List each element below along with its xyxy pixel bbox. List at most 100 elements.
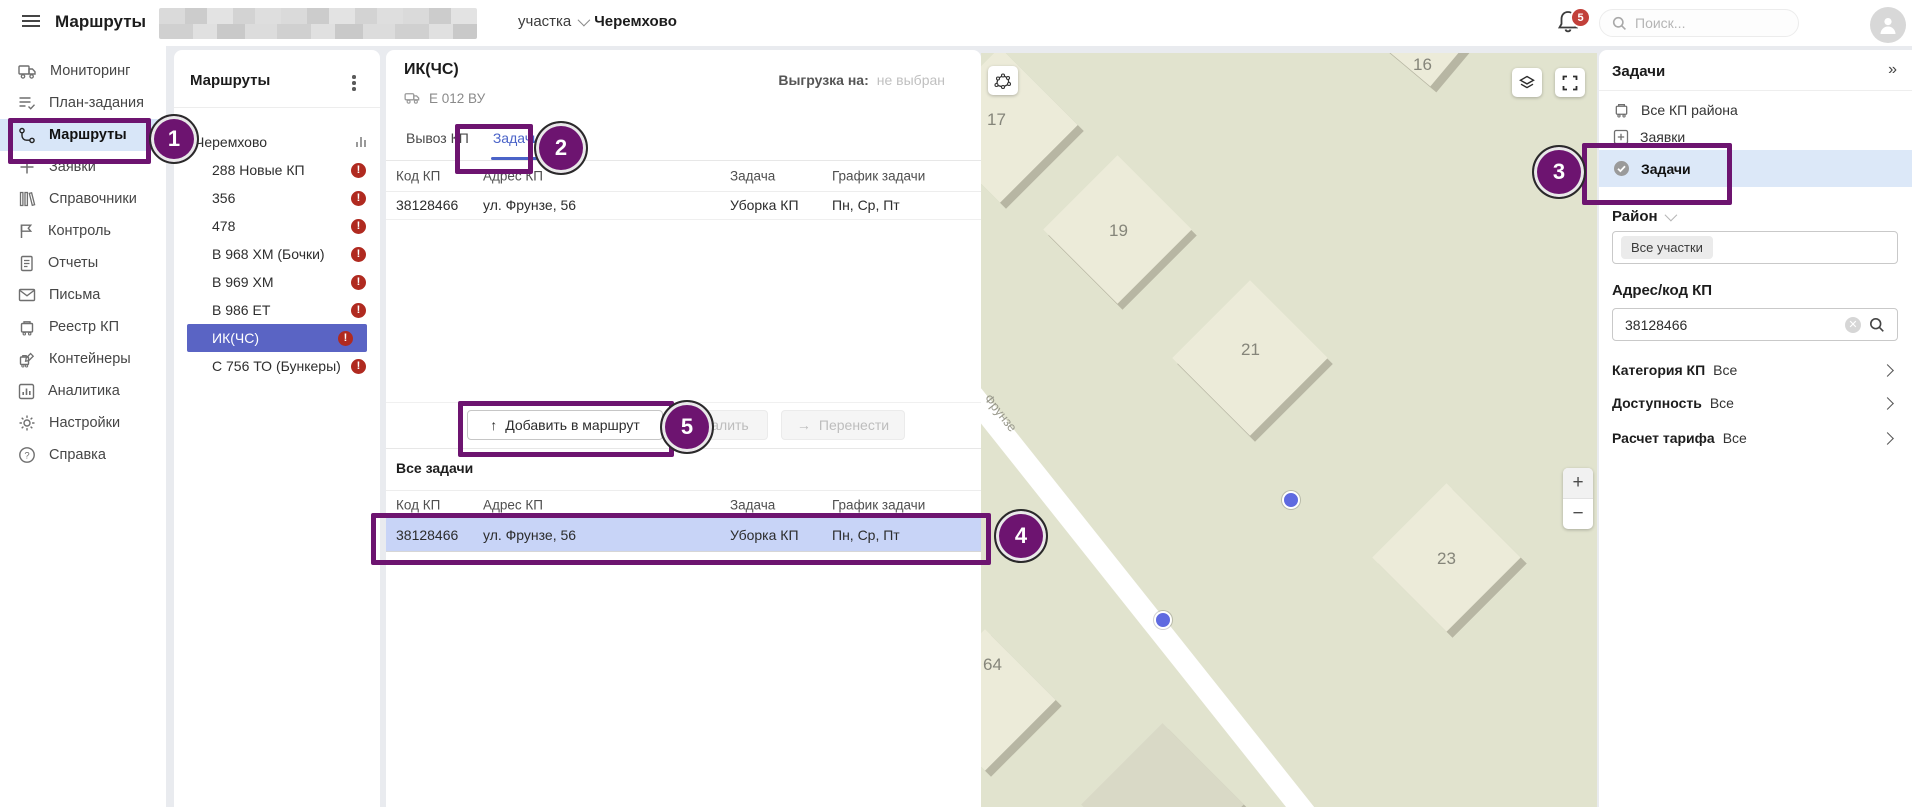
route-task-row[interactable]: 38128466 ул. Фрунзе, 56 Уборка КП Пн, Ср… (386, 191, 981, 220)
filter-category[interactable]: Категория КП Все (1612, 355, 1898, 385)
svg-text:?: ? (24, 450, 29, 461)
zoom-in-button[interactable]: + (1563, 468, 1593, 499)
route-item[interactable]: В 968 ХМ (Бочки)! (174, 240, 380, 268)
all-tasks-row-selected[interactable]: 38128466 ул. Фрунзе, 56 Уборка КП Пн, Ср… (386, 518, 981, 552)
route-item[interactable]: 356! (174, 184, 380, 212)
sidebar-item-analytics[interactable]: Аналитика (0, 375, 166, 407)
vehicle-row: Е 012 ВУ (404, 91, 485, 106)
sidebar: Мониторинг План-задания Маршруты Заявки … (0, 46, 166, 807)
search-icon[interactable] (1869, 317, 1885, 333)
sidebar-item-letters[interactable]: Письма (0, 279, 166, 311)
chevron-right-icon (1881, 397, 1894, 410)
right-panel-title: Задачи (1612, 63, 1665, 80)
task-list-icon (18, 95, 36, 111)
add-to-route-button[interactable]: ↑ Добавить в маршрут (467, 410, 663, 440)
breadcrumb[interactable]: участка Черемхово (518, 13, 677, 30)
routes-menu-kebab-icon[interactable] (352, 75, 356, 93)
sidebar-item-label: Контейнеры (49, 351, 131, 367)
breadcrumb-prefix[interactable]: участка (518, 13, 571, 30)
filter-tariff[interactable]: Расчет тарифа Все (1612, 423, 1898, 453)
sidebar-item-label: Отчеты (48, 255, 98, 271)
alert-icon: ! (351, 275, 366, 290)
sidebar-item-registry-kp[interactable]: Реестр КП (0, 311, 166, 343)
map-building-label: 19 (1109, 221, 1128, 241)
routes-panel: Маршруты Черемхово 288 Новые КП! 356! 47… (174, 50, 380, 807)
sidebar-item-plan-tasks[interactable]: План-задания (0, 87, 166, 119)
sidebar-item-label: Аналитика (48, 383, 120, 399)
tab-vyvoz-kp[interactable]: Вывоз КП (396, 116, 479, 160)
draw-polygon-button[interactable] (988, 66, 1018, 95)
district-multiselect[interactable]: Все участки (1612, 231, 1898, 264)
collapse-panel-icon[interactable]: » (1888, 61, 1897, 79)
sidebar-item-label: Справка (49, 447, 106, 463)
avatar[interactable] (1870, 7, 1906, 43)
hamburger-menu-icon[interactable] (22, 15, 40, 29)
unload-value[interactable]: не выбран (877, 72, 945, 88)
zoom-out-button[interactable]: − (1563, 499, 1593, 529)
chart-icon (18, 383, 35, 400)
sidebar-item-label: Настройки (49, 415, 120, 431)
route-item[interactable]: В 986 ЕТ! (174, 296, 380, 324)
page-title: Маршруты (55, 12, 146, 32)
sidebar-item-containers[interactable]: Контейнеры (0, 343, 166, 375)
route-tasks-table-header: Код КП Адрес КП Задача График задачи (386, 161, 981, 192)
district-chip[interactable]: Все участки (1621, 236, 1713, 259)
sidebar-item-directories[interactable]: Справочники (0, 183, 166, 215)
map-marker[interactable] (1154, 611, 1172, 629)
route-group-cheremkhovo[interactable]: Черемхово (174, 128, 380, 156)
address-search-input[interactable]: 38128466 ✕ (1612, 308, 1898, 341)
sidebar-item-help[interactable]: ? Справка (0, 439, 166, 471)
notifications-bell[interactable]: 5 (1556, 9, 1586, 39)
chevron-right-icon (1881, 432, 1894, 445)
district-label: Район (1612, 208, 1674, 225)
layers-icon (1518, 74, 1536, 92)
sidebar-item-requests[interactable]: Заявки (0, 151, 166, 183)
alert-icon: ! (351, 191, 366, 206)
alert-icon: ! (351, 247, 366, 262)
route-detail-panel: ИК(ЧС) Е 012 ВУ Выгрузка на:не выбран Вы… (386, 50, 981, 807)
panel-item-requests[interactable]: Заявки (1599, 123, 1912, 150)
sidebar-item-monitoring[interactable]: Мониторинг (0, 55, 166, 87)
arrow-up-icon: ↑ (490, 417, 497, 433)
polygon-select-icon (994, 73, 1012, 89)
move-button[interactable]: → Перенести (781, 410, 905, 440)
panel-item-all-kp[interactable]: Все КП района (1599, 96, 1912, 123)
route-item[interactable]: 288 Новые КП! (174, 156, 380, 184)
sidebar-item-reports[interactable]: Отчеты (0, 247, 166, 279)
map[interactable]: 16 17 19 21 23 64 Фрунзе (981, 53, 1597, 807)
route-item[interactable]: В 969 ХМ! (174, 268, 380, 296)
filter-accessibility[interactable]: Доступность Все (1612, 388, 1898, 418)
app-window: Маршруты участка Черемхово 5 Поиск... Мо… (0, 0, 1912, 807)
route-title: ИК(ЧС) (404, 61, 459, 79)
stats-bars-icon (356, 137, 367, 147)
map-building-label: 17 (987, 110, 1006, 130)
plus-square-icon (1613, 129, 1629, 145)
chevron-down-icon[interactable] (1664, 209, 1677, 222)
global-search-input[interactable]: Поиск... (1599, 9, 1799, 37)
sidebar-item-routes[interactable]: Маршруты (0, 119, 166, 151)
tab-zadachi[interactable]: Задачи (483, 116, 550, 160)
sidebar-item-control[interactable]: Контроль (0, 215, 166, 247)
panel-item-tasks-selected[interactable]: Задачи (1599, 150, 1912, 187)
search-placeholder: Поиск... (1635, 15, 1685, 31)
route-item[interactable]: 478! (174, 212, 380, 240)
clear-input-icon[interactable]: ✕ (1845, 317, 1861, 333)
route-item[interactable]: С 756 ТО (Бункеры)! (174, 352, 380, 380)
sidebar-item-label: Письма (49, 287, 100, 303)
chevron-right-icon (1881, 364, 1894, 377)
notifications-badge: 5 (1570, 7, 1591, 28)
all-tasks-title: Все задачи (396, 460, 473, 476)
question-icon: ? (18, 446, 36, 464)
layers-button[interactable] (1512, 68, 1542, 97)
person-icon (1878, 15, 1898, 35)
alert-icon: ! (351, 219, 366, 234)
breadcrumb-current[interactable]: Черемхово (594, 13, 677, 30)
address-search-value[interactable]: 38128466 (1625, 317, 1837, 333)
map-marker[interactable] (1282, 491, 1300, 509)
map-building-label: 16 (1413, 55, 1432, 75)
delete-button[interactable]: Удалить (676, 410, 768, 440)
sidebar-item-settings[interactable]: Настройки (0, 407, 166, 439)
container-edit-icon (18, 351, 36, 368)
route-item-selected[interactable]: ИК(ЧС)! (187, 324, 367, 352)
fullscreen-button[interactable] (1555, 68, 1585, 97)
